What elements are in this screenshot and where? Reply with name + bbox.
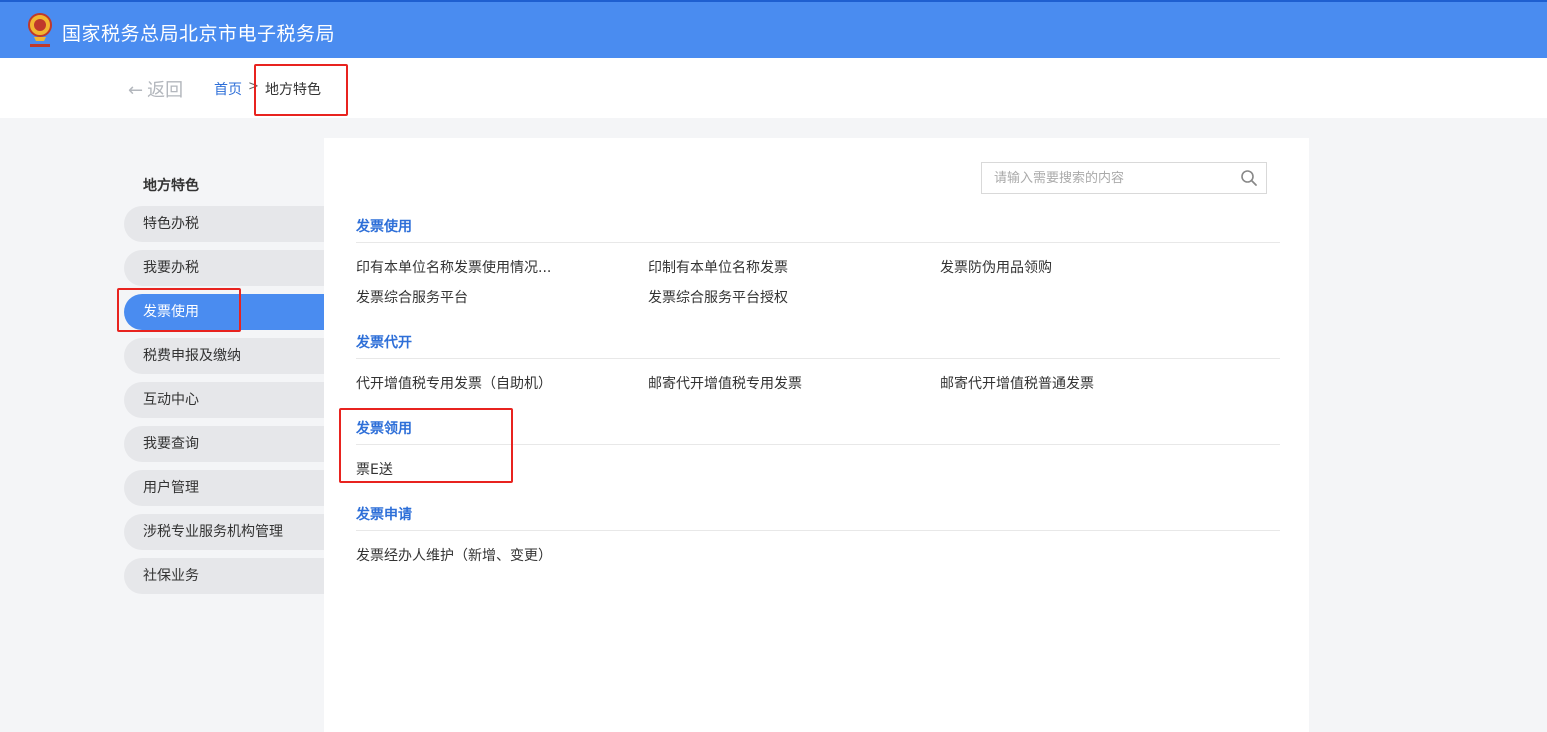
back-label: 返回 [147, 80, 184, 101]
search-icon[interactable] [1240, 169, 1258, 187]
link-invoice-service-platform[interactable]: 发票综合服务平台 [356, 287, 468, 307]
tax-emblem-logo [28, 13, 52, 47]
section-title-invoice-issuing: 发票代开 [356, 335, 412, 351]
site-title: 国家税务总局北京市电子税务局 [62, 23, 336, 45]
sidebar-item-do-tax[interactable]: 我要办税 [124, 250, 324, 286]
sidebar-item-featured-tax[interactable]: 特色办税 [124, 206, 324, 242]
main-panel: 发票使用 印有本单位名称发票使用情况... 印制有本单位名称发票 发票防伪用品领… [324, 138, 1309, 732]
breadcrumb-home-link[interactable]: 首页 [214, 79, 242, 99]
sidebar-item-user-management[interactable]: 用户管理 [124, 470, 324, 506]
sidebar-item-tax-filing[interactable]: 税费申报及缴纳 [124, 338, 324, 374]
back-button[interactable]: ← 返回 [128, 76, 183, 102]
link-anti-counterfeit-supplies[interactable]: 发票防伪用品领购 [940, 257, 1052, 277]
link-mail-vat-special-invoice[interactable]: 邮寄代开增值税专用发票 [648, 373, 802, 393]
section-title-invoice-application: 发票申请 [356, 507, 412, 523]
link-vat-special-self-service[interactable]: 代开增值税专用发票（自助机） [356, 373, 552, 393]
sidebar-item-query[interactable]: 我要查询 [124, 426, 324, 462]
link-invoice-handler-maintenance[interactable]: 发票经办人维护（新增、变更） [356, 545, 552, 565]
search-input[interactable] [982, 163, 1232, 193]
section-title-invoice-use: 发票使用 [356, 219, 412, 235]
link-print-company-invoice[interactable]: 印制有本单位名称发票 [648, 257, 788, 277]
section-divider [356, 358, 1280, 359]
link-mail-vat-general-invoice[interactable]: 邮寄代开增值税普通发票 [940, 373, 1094, 393]
sidebar-title: 地方特色 [143, 178, 199, 194]
sidebar-item-invoice-use[interactable]: 发票使用 [124, 294, 324, 330]
search-box [981, 162, 1267, 194]
section-divider [356, 444, 1280, 445]
breadcrumb-current: 地方特色 [265, 82, 321, 98]
arrow-left-icon: ← [128, 80, 144, 101]
top-header: 国家税务总局北京市电子税务局 [0, 0, 1547, 58]
section-title-invoice-receiving: 发票领用 [356, 421, 412, 437]
breadcrumb-separator: > [248, 79, 259, 94]
link-invoice-usage-status[interactable]: 印有本单位名称发票使用情况... [356, 257, 551, 277]
breadcrumb: ← 返回 首页 > 地方特色 [0, 58, 1547, 118]
sidebar-item-tax-agency-management[interactable]: 涉税专业服务机构管理 [124, 514, 324, 550]
section-divider [356, 242, 1280, 243]
section-divider [356, 530, 1280, 531]
sidebar-item-interaction-center[interactable]: 互动中心 [124, 382, 324, 418]
link-piao-e-song[interactable]: 票E送 [356, 459, 393, 479]
link-invoice-platform-authorization[interactable]: 发票综合服务平台授权 [648, 287, 788, 307]
sidebar-item-social-security[interactable]: 社保业务 [124, 558, 324, 594]
